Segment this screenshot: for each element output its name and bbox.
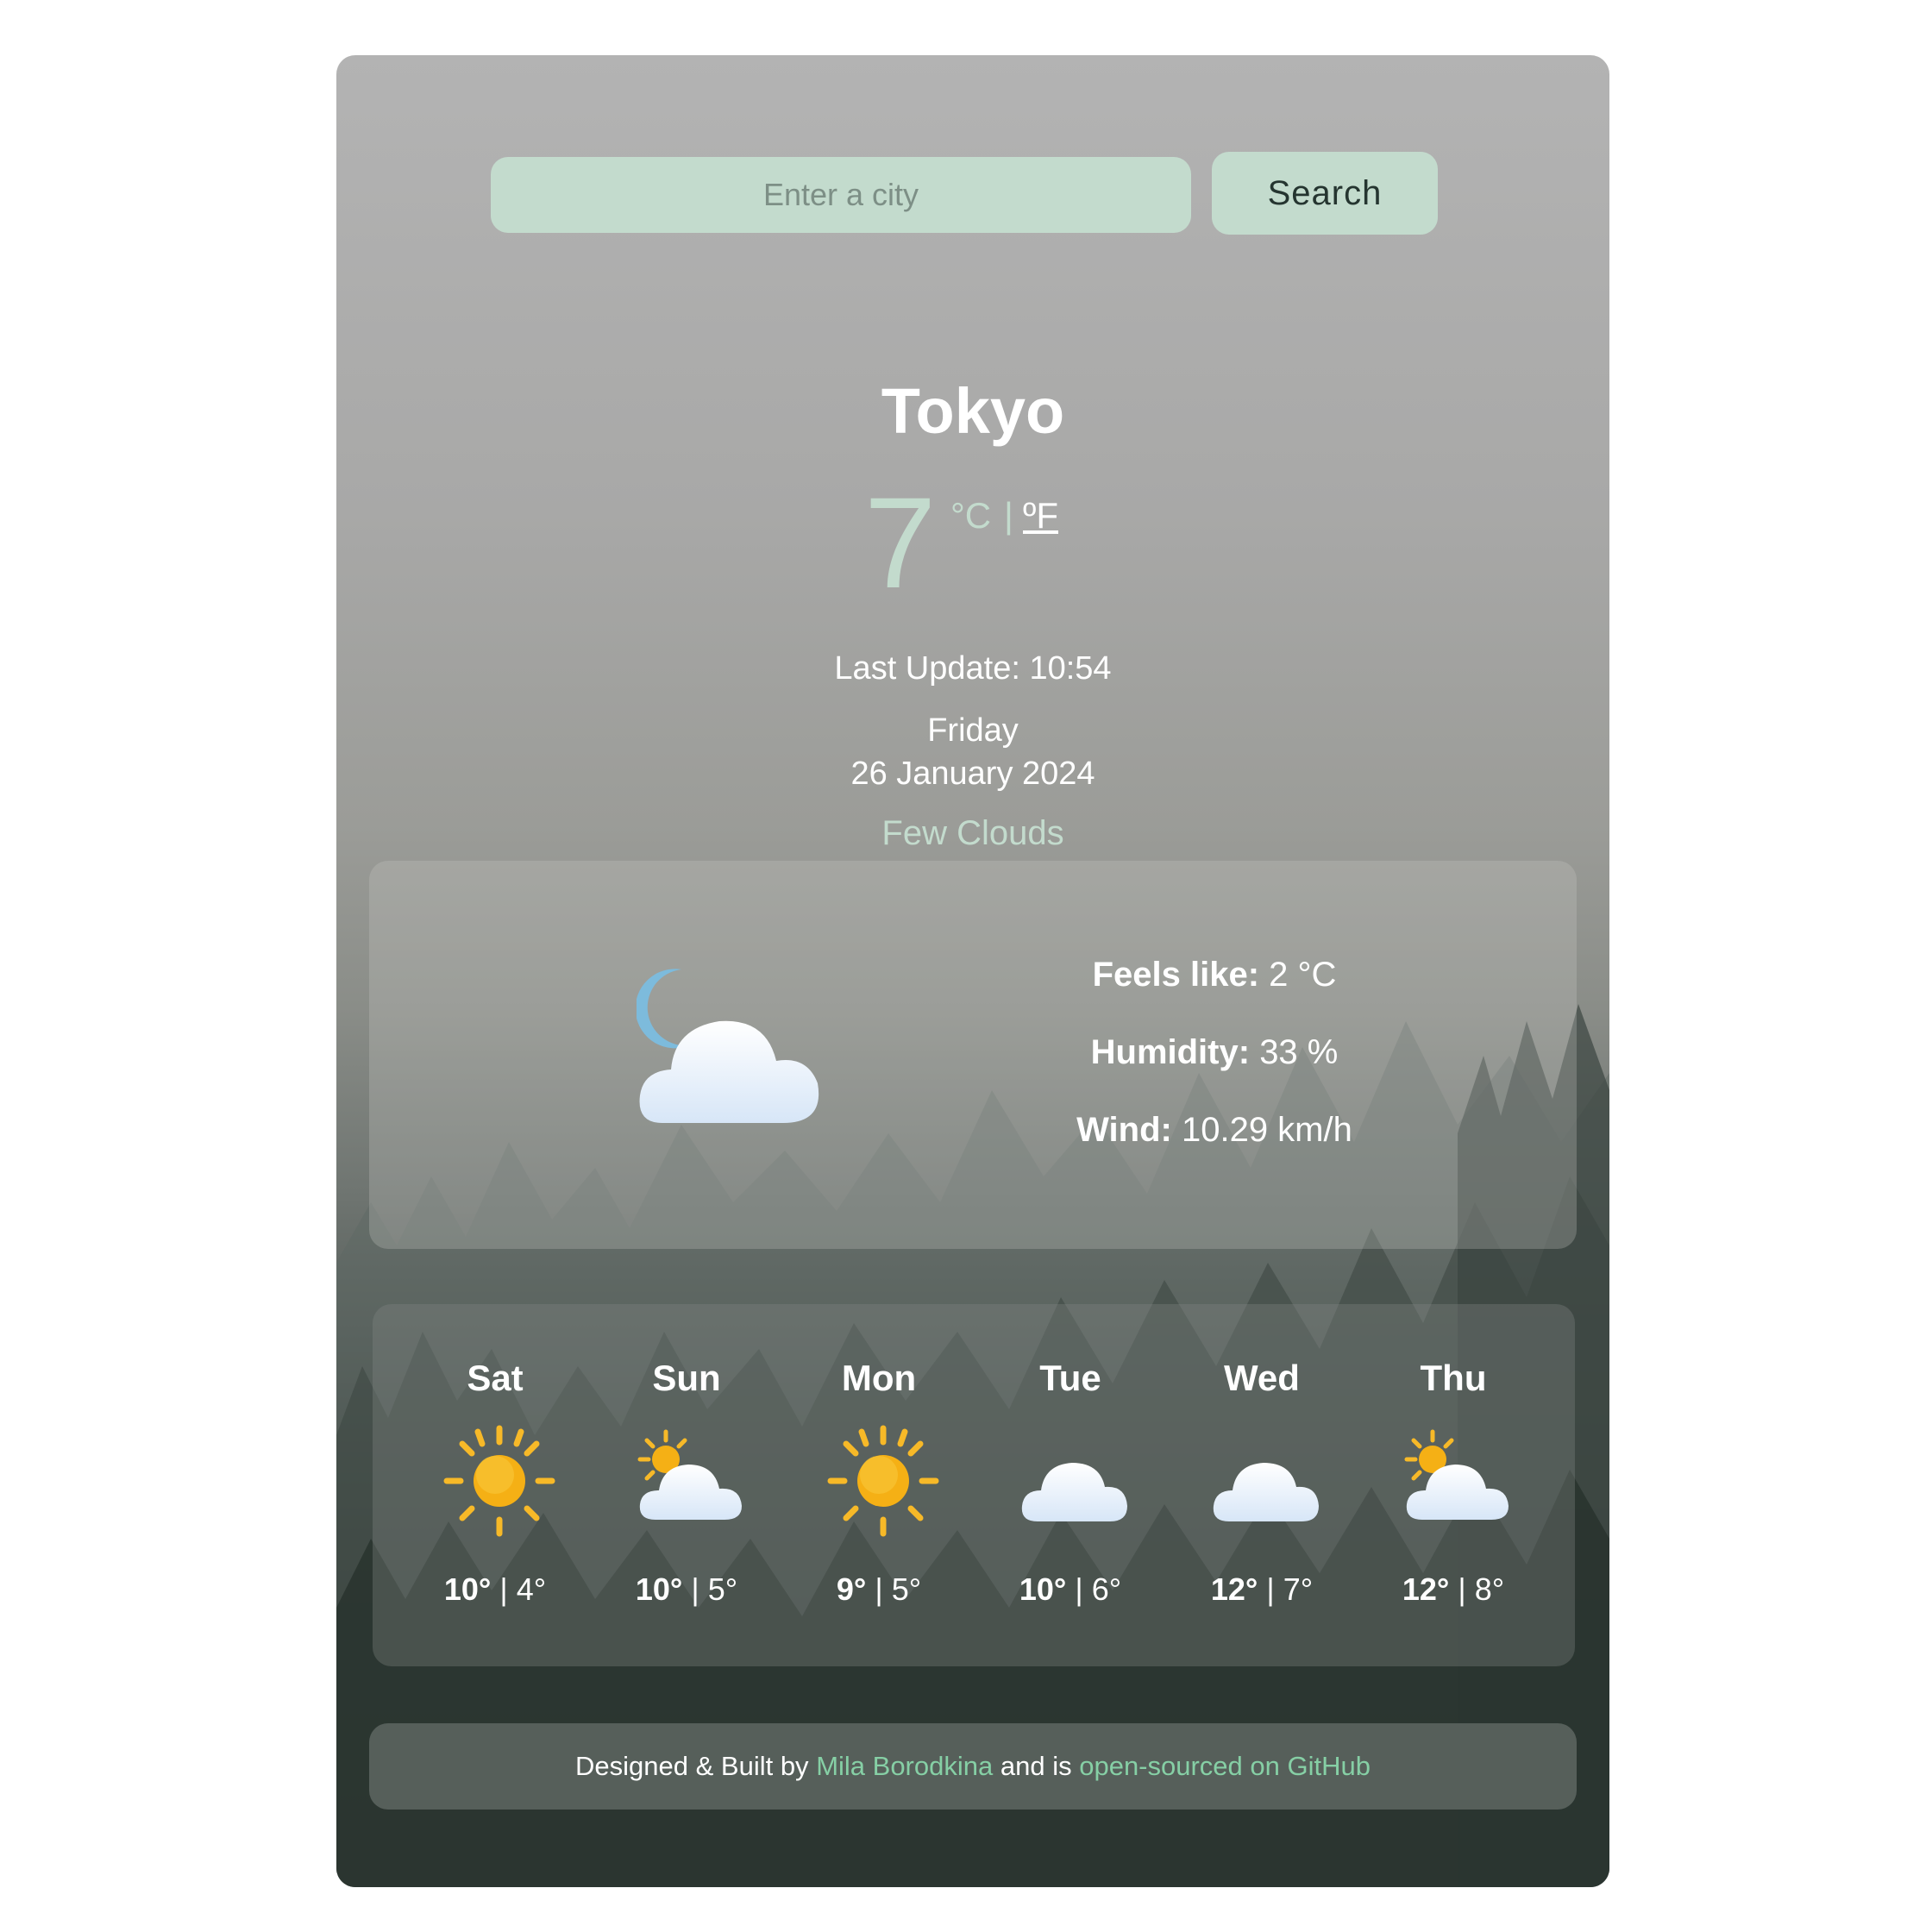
- forecast-low: 5°: [707, 1571, 738, 1607]
- fahrenheit-unit-link[interactable]: ºF: [1023, 495, 1058, 536]
- city-search-input[interactable]: [491, 157, 1191, 233]
- footer-prefix: Designed & Built by: [575, 1751, 809, 1781]
- sun-icon: [827, 1425, 939, 1537]
- footer-text: Designed & Built by Mila Borodkina and i…: [369, 1751, 1577, 1782]
- sun-icon: [443, 1425, 555, 1537]
- forecast-high: 10°: [635, 1571, 683, 1607]
- cloud-icon: [1213, 1463, 1319, 1521]
- humidity-row: Humidity: 33 %: [956, 1033, 1473, 1072]
- partly-cloudy-icon: [637, 1429, 742, 1520]
- forecast-day-name: Mon: [841, 1358, 917, 1398]
- temp-separator: |: [499, 1571, 508, 1607]
- search-button[interactable]: Search: [1212, 152, 1438, 235]
- forecast-low: 5°: [891, 1571, 922, 1607]
- forecast-day-name: Sat: [467, 1358, 524, 1398]
- forecast-day: Tue 10° | 6°: [975, 1304, 1165, 1666]
- forecast-high: 10°: [443, 1571, 492, 1607]
- forecast-day: Wed 12° | 7°: [1167, 1304, 1357, 1666]
- current-day: Friday: [927, 712, 1019, 749]
- forecast-temps: 9° | 5°: [784, 1571, 974, 1608]
- author-link[interactable]: Mila Borodkina: [816, 1751, 993, 1781]
- cloud-icon: [1021, 1463, 1127, 1521]
- forecast-day: Sun 10° | 5°: [592, 1304, 781, 1666]
- forecast-high: 9°: [836, 1571, 867, 1607]
- temp-separator: |: [1075, 1571, 1083, 1607]
- forecast-low: 7°: [1283, 1571, 1314, 1607]
- few-clouds-night-icon: [637, 969, 819, 1123]
- temp-separator: |: [875, 1571, 883, 1607]
- forecast-low: 4°: [516, 1571, 547, 1607]
- last-update: Last Update: 10:54: [834, 650, 1112, 687]
- humidity-label: Humidity:: [1090, 1033, 1251, 1071]
- search-form: Search: [491, 152, 1440, 235]
- celsius-unit-link[interactable]: °C: [950, 495, 991, 536]
- forecast-day-name: Thu: [1420, 1358, 1487, 1398]
- forecast-temps: 12° | 8°: [1358, 1571, 1548, 1608]
- forecast-day-name: Tue: [1039, 1358, 1101, 1398]
- city-name: Tokyo: [881, 375, 1065, 447]
- current-date: 26 January 2024: [850, 756, 1095, 792]
- temp-separator: |: [1266, 1571, 1275, 1607]
- forecast-low: 8°: [1474, 1571, 1505, 1607]
- forecast-temps: 12° | 7°: [1167, 1571, 1357, 1608]
- temperature-value: 7: [864, 470, 937, 615]
- weather-description: Few Clouds: [881, 814, 1064, 852]
- forecast-day: Sat 10° | 4°: [400, 1304, 590, 1666]
- forecast-temps: 10° | 4°: [400, 1571, 590, 1608]
- temp-separator: |: [691, 1571, 699, 1607]
- temp-separator: |: [1458, 1571, 1466, 1607]
- feels-like-row: Feels like: 2 °C: [956, 956, 1473, 994]
- unit-separator: |: [1004, 495, 1013, 536]
- current-temperature: 7 °C | ºF: [336, 478, 1609, 607]
- feels-like-value: 2 °C: [1269, 956, 1337, 994]
- current-details-card: Feels like: 2 °C Humidity: 33 % Wind: 10…: [369, 861, 1577, 1249]
- forecast-temps: 10° | 5°: [592, 1571, 781, 1608]
- footer-middle: and is: [1000, 1751, 1072, 1781]
- wind-label: Wind:: [1076, 1111, 1172, 1149]
- forecast-card: Sat 10° | 4° Sun 10° | 5° Mon 9° | 5° Tu…: [373, 1304, 1575, 1666]
- wind-row: Wind: 10.29 km/h: [956, 1111, 1473, 1150]
- humidity-value: 33 %: [1259, 1033, 1339, 1071]
- forecast-low: 6°: [1091, 1571, 1122, 1607]
- forecast-day: Mon 9° | 5°: [784, 1304, 974, 1666]
- wind-value: 10.29 km/h: [1181, 1111, 1352, 1149]
- forecast-high: 10°: [1019, 1571, 1067, 1607]
- partly-cloudy-icon: [1404, 1429, 1509, 1520]
- footer: Designed & Built by Mila Borodkina and i…: [369, 1723, 1577, 1810]
- feels-like-label: Feels like:: [1092, 956, 1260, 994]
- forecast-high: 12°: [1402, 1571, 1450, 1607]
- weather-app: Search Tokyo 7 °C | ºF Last Update: 10:5…: [336, 55, 1609, 1887]
- forecast-temps: 10° | 6°: [975, 1571, 1165, 1608]
- forecast-high: 12°: [1210, 1571, 1258, 1607]
- forecast-day: Thu 12° | 8°: [1358, 1304, 1548, 1666]
- github-link[interactable]: open-sourced on GitHub: [1079, 1751, 1371, 1781]
- forecast-day-name: Sun: [652, 1358, 721, 1398]
- forecast-day-name: Wed: [1224, 1358, 1300, 1398]
